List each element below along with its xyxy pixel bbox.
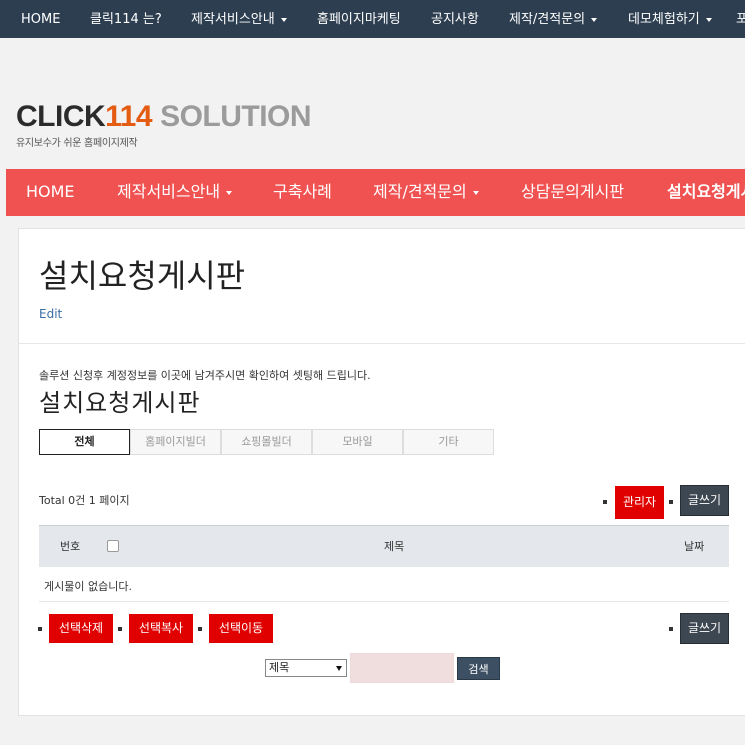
topnav-item-demo[interactable]: 데모체험하기 [628,0,712,38]
bullet-icon [198,627,202,631]
topnav-item-marketing[interactable]: 홈페이지마케팅 [317,0,401,38]
board-title: 설치요청게시판 [39,389,201,417]
topnav-label: HOME [21,12,61,27]
topnav-label: 클릭114 는? [90,12,162,27]
mainnav-item-home[interactable]: HOME [26,169,75,216]
move-selected-button[interactable]: 선택이동 [209,614,273,643]
mainnav-label: 구축사례 [273,182,332,201]
topnav-item-more[interactable]: 포 [736,0,745,38]
admin-button[interactable]: 관리자 [615,486,664,519]
search-field-select[interactable]: 제목 [265,659,347,677]
content-card: 설치요청게시판 Edit 솔루션 신청후 계정정보를 이곳에 남겨주시면 확인하… [18,228,745,716]
table-header: 번호 제목 날짜 [39,525,729,567]
main-navbar: HOME 제작서비스안내 구축사례 제작/견적문의 상담문의게시판 설치요청게시… [6,169,745,216]
mainnav-item-portfolio[interactable]: 구축사례 [273,169,332,216]
column-number: 번호 [60,540,81,553]
search-button[interactable]: 검색 [457,657,500,680]
mainnav-label: 설치요청게시판 [667,182,745,201]
topnav-label: 데모체험하기 [628,12,700,27]
mainnav-label: 제작/견적문의 [373,182,467,201]
search-input[interactable] [350,653,454,683]
logo-part-solution: SOLUTION [160,100,312,133]
select-all-checkbox[interactable] [107,540,119,552]
search-field-value: 제목 [269,661,290,674]
topnav-item-notice[interactable]: 공지사항 [431,0,479,38]
column-subject: 제목 [384,540,405,553]
bullet-icon [118,627,122,631]
copy-selected-button[interactable]: 선택복사 [129,614,193,643]
logo-part-click: CLICK [16,100,106,133]
topnav-item-inquiry[interactable]: 제작/견적문의 [509,0,598,38]
chevron-down-icon [705,17,712,22]
logo-tagline: 유지보수가 쉬운 홈페이지제작 [16,138,138,149]
tab-etc[interactable]: 기타 [403,429,494,455]
mainnav-label: 제작서비스안내 [117,182,221,201]
bullet-icon [669,500,673,504]
topnav-label: 포 [736,12,745,27]
mainnav-label: HOME [26,182,75,201]
chevron-down-icon [280,17,287,22]
topnav-label: 홈페이지마케팅 [317,12,401,27]
tab-homepage-builder[interactable]: 홈페이지빌더 [130,429,221,455]
chevron-down-icon [591,17,598,22]
column-date: 날짜 [684,540,705,553]
logo-part-114: 114 [105,100,153,133]
empty-message: 게시물이 없습니다. [44,580,132,593]
topnav-label: 제작서비스안내 [191,12,275,27]
mainnav-item-services[interactable]: 제작서비스안내 [117,169,233,216]
chevron-down-icon [472,190,479,195]
write-button-bottom[interactable]: 글쓰기 [680,613,729,644]
delete-selected-button[interactable]: 선택삭제 [49,614,113,643]
mainnav-item-inquiry[interactable]: 제작/견적문의 [373,169,479,216]
topnav-item-about[interactable]: 클릭114 는? [90,0,162,38]
page-title: 설치요청게시판 [39,257,246,295]
tab-shop-builder[interactable]: 쇼핑몰빌더 [221,429,312,455]
write-button-top[interactable]: 글쓰기 [680,485,729,516]
bullet-icon [603,500,607,504]
site-logo[interactable]: CLICK114 SOLUTION 유지보수가 쉬운 홈페이지제작 [16,100,312,149]
edit-link[interactable]: Edit [39,307,62,321]
board-notice: 솔루션 신청후 계정정보를 이곳에 남겨주시면 확인하여 셋팅해 드립니다. [39,369,371,382]
topnav-item-home[interactable]: HOME [21,0,60,38]
tab-all[interactable]: 전체 [39,429,130,455]
top-navbar: HOME 클릭114 는? 제작서비스안내 홈페이지마케팅 공지사항 제작/견적… [0,0,745,38]
logo-wordmark: CLICK114 SOLUTION [16,100,312,134]
table-row: 게시물이 없습니다. [39,567,729,602]
topnav-item-services[interactable]: 제작서비스안내 [191,0,287,38]
bullet-icon [38,627,42,631]
mainnav-label: 상담문의게시판 [521,182,625,201]
mainnav-item-install-board[interactable]: 설치요청게시판 [667,169,745,216]
chevron-down-icon [226,190,233,195]
divider [19,343,745,344]
mainnav-item-consult-board[interactable]: 상담문의게시판 [521,169,624,216]
tab-mobile[interactable]: 모바일 [312,429,403,455]
dropdown-arrow-icon [336,666,342,671]
total-count: Total 0건 1 페이지 [39,494,130,507]
bullet-icon [669,627,673,631]
topnav-label: 공지사항 [431,12,479,27]
topnav-label: 제작/견적문의 [509,12,586,27]
